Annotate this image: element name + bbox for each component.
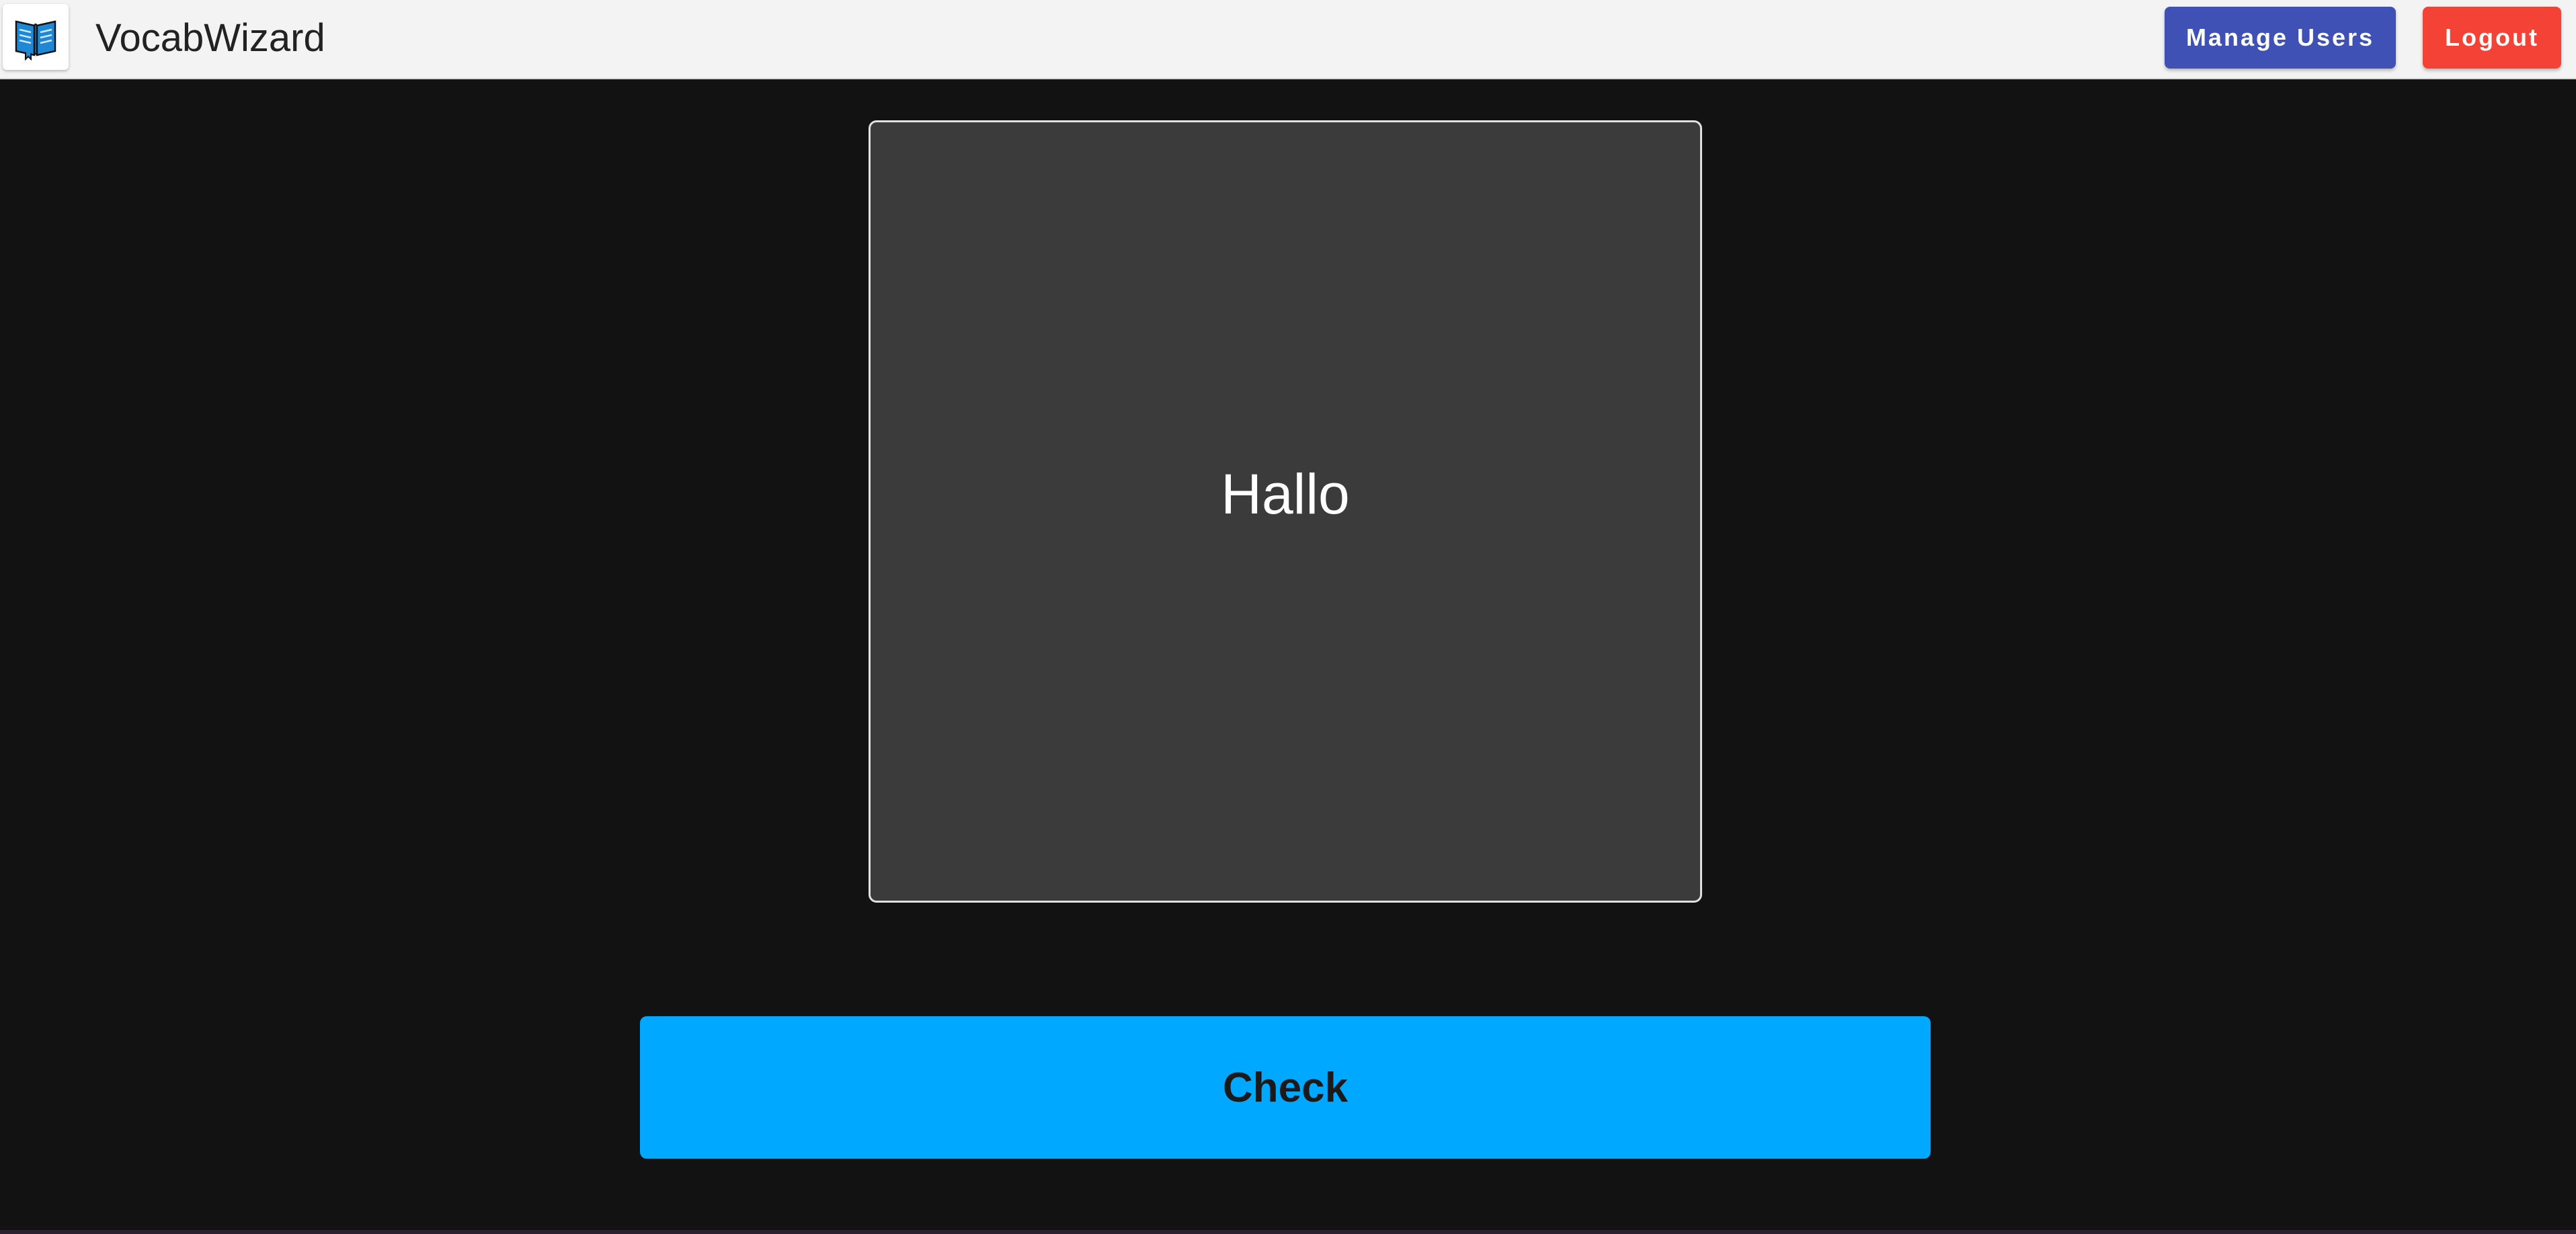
flashcard[interactable]: Hallo: [869, 120, 1702, 903]
logout-button[interactable]: Logout: [2423, 7, 2561, 69]
app-bar: VocabWizard Manage Users Logout: [0, 0, 2576, 79]
app-logo: [3, 4, 69, 70]
bottom-edge-divider: [0, 1230, 2576, 1234]
manage-users-button[interactable]: Manage Users: [2165, 7, 2396, 69]
check-button[interactable]: Check: [640, 1016, 1931, 1159]
flashcard-word: Hallo: [1221, 462, 1350, 526]
app-title: VocabWizard: [95, 16, 325, 60]
open-book-icon: [15, 20, 56, 60]
